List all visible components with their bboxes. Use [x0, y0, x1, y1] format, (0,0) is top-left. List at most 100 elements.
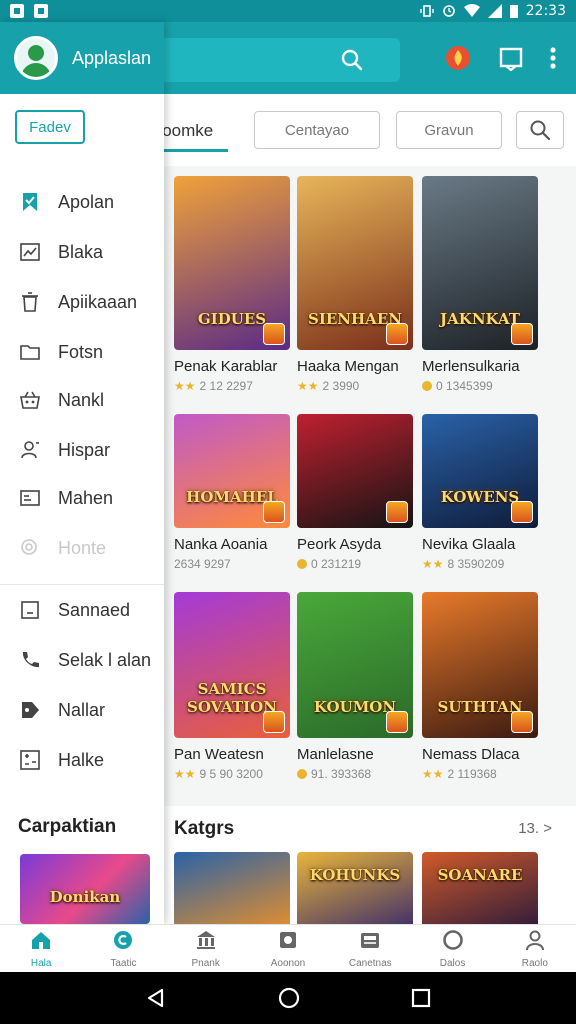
filter-button[interactable]: Fadev [15, 110, 85, 144]
drawer-item[interactable]: Blaka [0, 232, 164, 272]
game-thumbnail[interactable]: SIENHAEN [297, 176, 413, 350]
game-card[interactable]: HOMAHEL Nanka Aoania 2634 9297 [174, 414, 292, 571]
game-meta-text: 2 12 2297 [199, 379, 253, 393]
drawer-item[interactable]: Apolan [0, 182, 164, 222]
game-card[interactable]: GIDUES Penak Karablar ★★ 2 12 2297 [174, 176, 292, 393]
drawer-item-label: Honte [58, 537, 107, 558]
drawer-item[interactable]: Nallar [0, 690, 164, 730]
drawer-item-label: Selak l alan [58, 649, 152, 670]
camera-icon [277, 929, 299, 956]
nav-label: Pnank [191, 957, 220, 969]
game-card[interactable]: SIENHAEN Haaka Mengan ★★ 2 3990 [297, 176, 415, 393]
chart-icon [18, 240, 42, 264]
category-row: KOHUNKS SOANARE [164, 850, 576, 924]
search-box[interactable] [150, 38, 400, 82]
search-icon [530, 120, 551, 141]
game-thumbnail[interactable] [297, 414, 413, 528]
game-meta-text: 2 3990 [322, 379, 360, 393]
drawer-item[interactable]: Halke [0, 740, 164, 780]
game-card[interactable]: SAMICS SOVATION Pan Weatesn ★★ 9 5 90 3200 [174, 592, 292, 781]
game-meta: ★★ 2 12 2297 [174, 379, 292, 393]
nav-item[interactable]: Raolo [494, 925, 576, 972]
folder-icon [18, 340, 42, 364]
drawer-item[interactable]: Fotsn [0, 332, 164, 372]
game-card[interactable]: JAKNKAT Merlensulkaria 0 1345399 [422, 176, 540, 393]
alarm-icon [442, 5, 455, 17]
category-thumb-title: KOHUNKS [309, 866, 401, 884]
drawer-item[interactable]: Hispar [0, 430, 164, 470]
category-thumbnail[interactable] [174, 852, 290, 924]
game-card[interactable]: Peork Asyda 0 231219 [297, 414, 415, 571]
game-card[interactable]: KOWENS Nevika Glaala ★★ 8 3590209 [422, 414, 540, 571]
publisher-badge-icon [263, 711, 285, 733]
drawer-item-label: Blaka [58, 241, 104, 262]
drawer-promo-title: Donikan [49, 888, 121, 906]
drawer-item-label: Apiikaaan [58, 291, 138, 312]
chat-icon [442, 929, 464, 956]
drawer-section-title: Carpaktian [18, 816, 117, 837]
star-icon: ★★ [174, 379, 196, 393]
drawer-item[interactable]: Selak l alan [0, 640, 164, 680]
more-vert-icon[interactable] [550, 46, 556, 70]
nav-item[interactable]: Aoonon [247, 925, 329, 972]
navigation-drawer: Applaslan Fadev Apolan Blaka Apiikaaan Fots… [0, 22, 164, 924]
drawer-item[interactable]: Mahen [0, 478, 164, 518]
star-icon: ★★ [422, 767, 444, 781]
wifi-icon [463, 4, 480, 17]
home-circle-icon[interactable] [278, 987, 300, 1009]
signal-icon [487, 4, 502, 18]
avatar[interactable] [14, 36, 58, 80]
publisher-badge-icon [386, 711, 408, 733]
nav-label: Taatic [110, 957, 137, 969]
drawer-promo-thumb[interactable]: Donikan [20, 854, 150, 924]
game-name: Penak Karablar [174, 358, 278, 375]
game-thumbnail[interactable]: JAKNKAT [422, 176, 538, 350]
game-meta-text: 2 119368 [447, 767, 497, 781]
filter-search-button[interactable] [516, 111, 564, 149]
game-meta-text: 2634 9297 [174, 557, 231, 571]
game-thumbnail[interactable]: KOUMON [297, 592, 413, 738]
drawer-item[interactable]: Apiikaaan [0, 282, 164, 322]
game-thumbnail[interactable]: HOMAHEL [174, 414, 290, 528]
drawer-divider [0, 584, 164, 585]
drawer-item[interactable]: Nankl [0, 380, 164, 420]
game-meta: ★★ 8 3590209 [422, 557, 540, 571]
game-card[interactable]: KOUMON Manlelasne 91. 393368 [297, 592, 415, 781]
book-icon[interactable] [498, 45, 524, 71]
back-icon[interactable] [145, 987, 167, 1009]
recents-icon[interactable] [411, 988, 431, 1008]
game-meta: 0 1345399 [422, 379, 540, 393]
nav-label: Hala [30, 957, 52, 969]
game-name: Pan Weatesn [174, 746, 264, 763]
download-icon [34, 4, 48, 18]
filter-chip-2[interactable]: Gravun [396, 111, 502, 149]
game-thumbnail[interactable]: GIDUES [174, 176, 290, 350]
game-card[interactable]: SUTHTAN Nemass Dlaca ★★ 2 119368 [422, 592, 540, 781]
nav-label: Dalos [439, 957, 466, 969]
category-thumbnail[interactable]: KOHUNKS [297, 852, 413, 924]
game-thumbnail[interactable]: SUTHTAN [422, 592, 538, 738]
nav-item[interactable]: Pnank [165, 925, 247, 972]
search-icon[interactable] [340, 48, 364, 72]
search-icon [18, 536, 42, 560]
fire-badge-icon[interactable] [444, 44, 472, 72]
nav-item[interactable]: Canetnas [329, 925, 411, 972]
coin-icon [422, 381, 432, 391]
game-meta: 0 231219 [297, 557, 415, 571]
nav-item[interactable]: Dalos [411, 925, 493, 972]
category-more-link[interactable]: 13. > [518, 820, 552, 837]
game-name: Nemass Dlaca [422, 746, 520, 763]
filter-chip-1[interactable]: Centayao [254, 111, 380, 149]
game-name: Merlensulkaria [422, 358, 520, 375]
nav-item[interactable]: Taatic [82, 925, 164, 972]
drawer-item-label: Hispar [58, 439, 111, 460]
game-meta-text: 91. 393368 [311, 767, 372, 781]
game-thumbnail[interactable]: KOWENS [422, 414, 538, 528]
basket-icon [18, 388, 42, 412]
category-thumbnail[interactable]: SOANARE [422, 852, 538, 924]
nav-item[interactable]: Hala [0, 925, 82, 972]
drawer-item[interactable]: Sannaed [0, 590, 164, 630]
drawer-item[interactable]: Honte [0, 528, 164, 568]
cupcake-icon [112, 929, 134, 956]
game-thumbnail[interactable]: SAMICS SOVATION [174, 592, 290, 738]
